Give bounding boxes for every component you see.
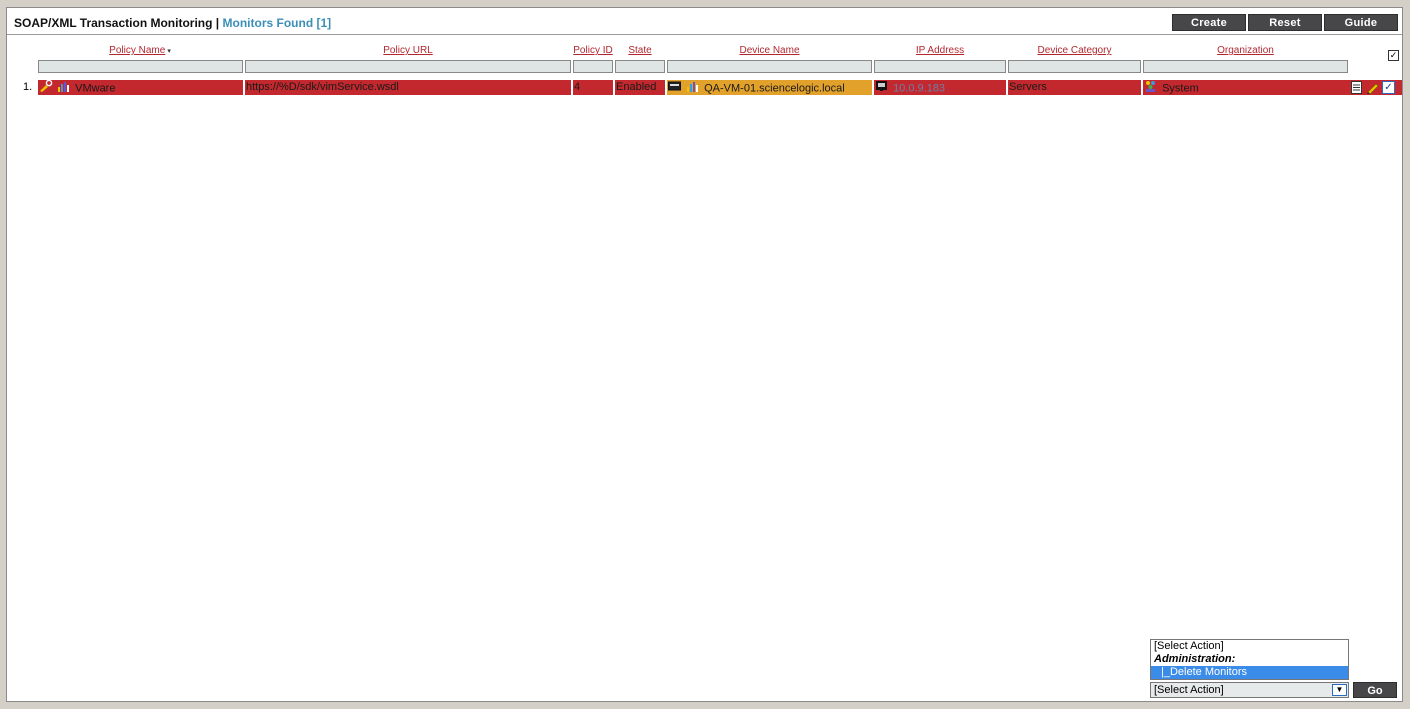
column-header-policy-url[interactable]: Policy URL bbox=[245, 45, 571, 56]
action-option-delete-monitors[interactable]: |_Delete Monitors bbox=[1151, 666, 1348, 679]
column-header-state[interactable]: State bbox=[615, 45, 665, 56]
create-button[interactable]: Create bbox=[1172, 14, 1246, 31]
organization-value: System bbox=[1162, 82, 1199, 95]
filter-policy-name[interactable] bbox=[38, 60, 243, 73]
title-bar: SOAP/XML Transaction Monitoring | Monito… bbox=[7, 8, 1402, 35]
filter-device-category[interactable] bbox=[1008, 60, 1141, 73]
device-name-value: QA-VM-01.sciencelogic.local bbox=[704, 82, 845, 95]
column-header-device-category[interactable]: Device Category bbox=[1008, 45, 1141, 56]
column-header-policy-name-label: Policy Name bbox=[109, 45, 166, 56]
action-dropdown-list: [Select Action] Administration: |_Delete… bbox=[1150, 639, 1349, 680]
filter-policy-id[interactable] bbox=[573, 60, 613, 73]
filter-policy-url[interactable] bbox=[245, 60, 571, 73]
policy-name-value: VMware bbox=[75, 82, 116, 95]
column-header-ip-address[interactable]: IP Address bbox=[874, 45, 1006, 56]
filter-ip-address[interactable] bbox=[874, 60, 1006, 73]
organization-icon bbox=[1144, 80, 1158, 95]
page-title-text: SOAP/XML Transaction Monitoring | bbox=[14, 16, 220, 30]
bar-graph-icon[interactable] bbox=[57, 80, 71, 95]
main-panel: SOAP/XML Transaction Monitoring | Monito… bbox=[6, 7, 1403, 702]
column-header-organization[interactable]: Organization bbox=[1143, 45, 1348, 56]
cell-device-category: Servers bbox=[1008, 80, 1141, 95]
filter-state[interactable] bbox=[615, 60, 665, 73]
column-header-policy-name[interactable]: Policy Name ▾ bbox=[38, 45, 242, 56]
row-checkbox[interactable]: ✓ bbox=[1382, 81, 1395, 94]
column-header-device-name[interactable]: Device Name bbox=[667, 45, 872, 56]
sort-desc-icon: ▾ bbox=[167, 48, 171, 55]
edit-pencil-icon[interactable] bbox=[1366, 81, 1379, 97]
network-port-icon bbox=[875, 80, 889, 95]
select-all-checkbox[interactable]: ✓ bbox=[1388, 50, 1399, 61]
ip-address-value[interactable]: 10.0.9.183 bbox=[893, 82, 945, 94]
row-actions: ✓ bbox=[1347, 80, 1402, 95]
bar-graph-icon[interactable] bbox=[686, 80, 700, 95]
cell-policy-id: 4 bbox=[573, 80, 613, 95]
table-row: 1. VMware https://%D/sdk/vimService.wsdl… bbox=[7, 80, 1402, 96]
action-group-administration: Administration: bbox=[1154, 653, 1236, 665]
wrench-icon[interactable] bbox=[39, 80, 53, 95]
cell-organization[interactable]: System bbox=[1143, 80, 1348, 95]
action-option-select[interactable]: [Select Action] bbox=[1151, 640, 1348, 653]
page-title: SOAP/XML Transaction Monitoring | Monito… bbox=[14, 16, 331, 30]
cell-state: Enabled bbox=[615, 80, 665, 95]
device-server-icon[interactable] bbox=[668, 80, 682, 95]
document-icon[interactable] bbox=[1351, 81, 1362, 97]
cell-ip-address[interactable]: 10.0.9.183 bbox=[874, 80, 1006, 95]
guide-button[interactable]: Guide bbox=[1324, 14, 1398, 31]
filter-organization[interactable] bbox=[1143, 60, 1348, 73]
row-number: 1. bbox=[23, 81, 33, 93]
filter-device-name[interactable] bbox=[667, 60, 872, 73]
monitors-found-count: Monitors Found [1] bbox=[222, 16, 332, 30]
column-header-policy-id[interactable]: Policy ID bbox=[573, 45, 613, 56]
cell-policy-name[interactable]: VMware bbox=[38, 80, 243, 95]
cell-device-name[interactable]: QA-VM-01.sciencelogic.local bbox=[667, 80, 872, 95]
reset-button[interactable]: Reset bbox=[1248, 14, 1322, 31]
go-button[interactable]: Go bbox=[1353, 682, 1397, 698]
action-select-value: [Select Action] bbox=[1154, 684, 1224, 696]
dropdown-arrow-icon[interactable]: ▼ bbox=[1332, 684, 1347, 696]
cell-policy-url: https://%D/sdk/vimService.wsdl bbox=[245, 80, 571, 95]
action-select[interactable]: [Select Action] ▼ bbox=[1150, 682, 1349, 698]
